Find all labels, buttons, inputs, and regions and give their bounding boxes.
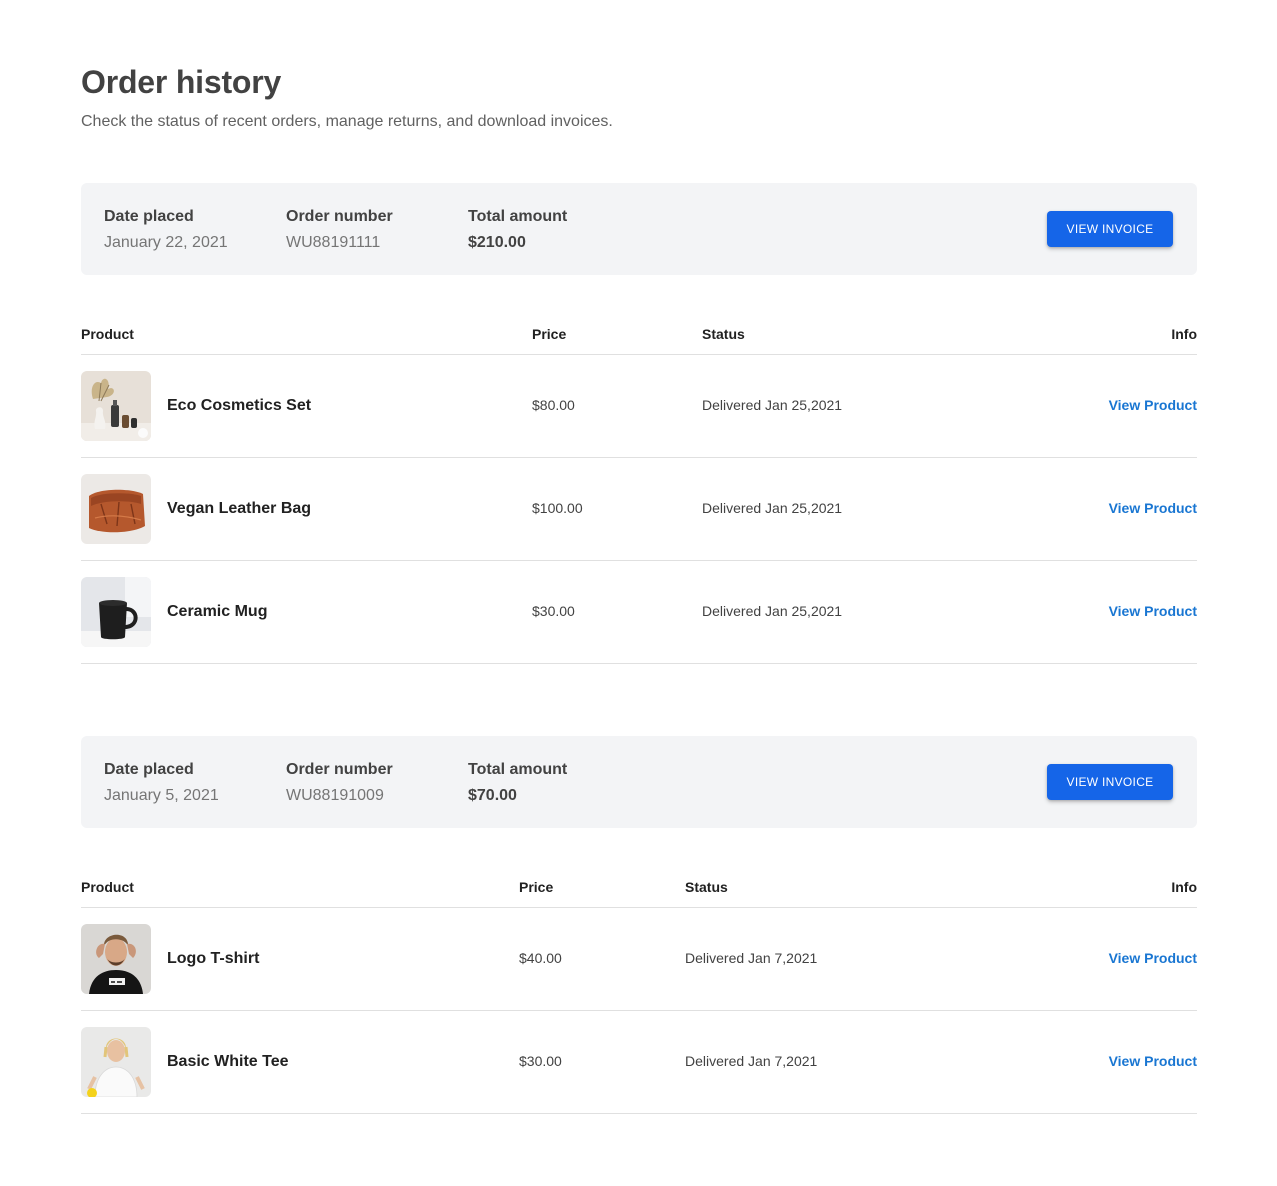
order-summary: Date placed January 22, 2021 Order numbe… bbox=[81, 183, 1197, 275]
page-subtitle: Check the status of recent orders, manag… bbox=[81, 113, 613, 130]
delivery-status: Delivered Jan 7,2021 bbox=[685, 950, 818, 966]
product-price: $100.00 bbox=[532, 500, 583, 516]
delivery-status: Delivered Jan 25,2021 bbox=[702, 397, 843, 413]
total-amount-value: $210.00 bbox=[468, 234, 526, 251]
product-price: $30.00 bbox=[519, 1053, 562, 1069]
white-tee-model-image[interactable] bbox=[81, 1027, 151, 1097]
product-name: Vegan Leather Bag bbox=[167, 500, 312, 517]
date-placed-field: Date placed January 5, 2021 bbox=[104, 761, 219, 805]
order-card: Date placed January 5, 2021 Order number… bbox=[81, 736, 1197, 1114]
product-price: $40.00 bbox=[519, 950, 562, 966]
view-product-link[interactable]: View Product bbox=[1109, 950, 1197, 966]
order-number-field: Order number WU88191009 bbox=[286, 761, 393, 805]
date-placed-field: Date placed January 22, 2021 bbox=[104, 208, 228, 252]
view-invoice-button[interactable]: VIEW INVOICE bbox=[1047, 211, 1173, 247]
table-row: Basic White Tee $30.00 Delivered Jan 7,2… bbox=[81, 1011, 1197, 1114]
product-price: $80.00 bbox=[532, 397, 575, 413]
order-number-label: Order number bbox=[286, 761, 393, 778]
product-name: Logo T-shirt bbox=[167, 950, 260, 967]
order-summary: Date placed January 5, 2021 Order number… bbox=[81, 736, 1197, 828]
date-placed-label: Date placed bbox=[104, 208, 194, 225]
total-amount-field: Total amount $70.00 bbox=[468, 761, 567, 805]
date-placed-value: January 22, 2021 bbox=[104, 234, 228, 251]
table-row: Vegan Leather Bag $100.00 Delivered Jan … bbox=[81, 458, 1197, 561]
order-items-table: Product Price Status Info bbox=[81, 319, 1197, 664]
view-invoice-button[interactable]: VIEW INVOICE bbox=[1047, 764, 1173, 800]
product-name: Eco Cosmetics Set bbox=[167, 397, 312, 414]
table-row: Logo T-shirt $40.00 Delivered Jan 7,2021… bbox=[81, 908, 1197, 1011]
date-placed-value: January 5, 2021 bbox=[104, 787, 219, 804]
order-number-value: WU88191009 bbox=[286, 787, 384, 804]
column-header-info: Info bbox=[1171, 879, 1197, 895]
order-number-label: Order number bbox=[286, 208, 393, 225]
column-header-product: Product bbox=[81, 879, 134, 895]
total-amount-field: Total amount $210.00 bbox=[468, 208, 567, 252]
leather-bag-image[interactable] bbox=[81, 474, 151, 544]
order-card: Date placed January 22, 2021 Order numbe… bbox=[81, 183, 1197, 664]
column-header-price: Price bbox=[519, 879, 554, 895]
total-amount-label: Total amount bbox=[468, 761, 568, 778]
tshirt-model-image[interactable] bbox=[81, 924, 151, 994]
product-name: Ceramic Mug bbox=[167, 603, 268, 620]
product-name: Basic White Tee bbox=[167, 1053, 289, 1070]
view-product-link[interactable]: View Product bbox=[1109, 603, 1197, 619]
delivery-status: Delivered Jan 7,2021 bbox=[685, 1053, 818, 1069]
total-amount-label: Total amount bbox=[468, 208, 568, 225]
table-row: Eco Cosmetics Set $80.00 Delivered Jan 2… bbox=[81, 355, 1197, 458]
table-row: Ceramic Mug $30.00 Delivered Jan 25,2021… bbox=[81, 561, 1197, 664]
page-title: Order history bbox=[81, 64, 282, 100]
column-header-info: Info bbox=[1171, 326, 1197, 342]
order-number-value: WU88191111 bbox=[286, 234, 381, 251]
column-header-status: Status bbox=[685, 879, 728, 895]
view-product-link[interactable]: View Product bbox=[1109, 397, 1197, 413]
product-price: $30.00 bbox=[532, 603, 575, 619]
cosmetics-image[interactable] bbox=[81, 371, 151, 441]
delivery-status: Delivered Jan 25,2021 bbox=[702, 500, 843, 516]
date-placed-label: Date placed bbox=[104, 761, 194, 778]
column-header-product: Product bbox=[81, 326, 134, 342]
view-product-link[interactable]: View Product bbox=[1109, 500, 1197, 516]
table-header: Product Price Status Info bbox=[81, 872, 1197, 908]
delivery-status: Delivered Jan 25,2021 bbox=[702, 603, 843, 619]
mug-image[interactable] bbox=[81, 577, 151, 647]
column-header-price: Price bbox=[532, 326, 567, 342]
table-header: Product Price Status Info bbox=[81, 319, 1197, 355]
total-amount-value: $70.00 bbox=[468, 787, 517, 804]
view-product-link[interactable]: View Product bbox=[1109, 1053, 1197, 1069]
order-items-table: Product Price Status Info bbox=[81, 872, 1197, 1114]
column-header-status: Status bbox=[702, 326, 745, 342]
order-number-field: Order number WU88191111 bbox=[286, 208, 393, 252]
